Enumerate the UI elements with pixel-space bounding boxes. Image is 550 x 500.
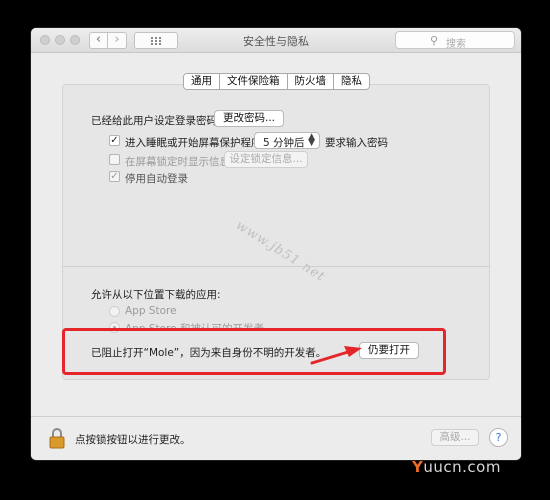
- search-icon: ⚲: [430, 34, 439, 47]
- require-password-checkbox[interactable]: ✓: [109, 135, 120, 146]
- lock-instruction: 点按锁按钮以进行更改。: [75, 434, 191, 446]
- search-field[interactable]: ⚲ 搜索: [395, 31, 515, 50]
- lock-message-checkbox[interactable]: [109, 154, 120, 165]
- title-bar: ‹ › 安全性与隐私 ⚲ 搜索: [31, 28, 521, 53]
- advanced-button[interactable]: 高级...: [431, 429, 479, 446]
- tab-bar: 通用 文件保险箱 防火墙 隐私: [183, 73, 370, 90]
- blocked-app-message: 已阻止打开“Mole”，因为来自身份不明的开发者。: [91, 347, 327, 359]
- brand-lead: Y: [412, 458, 424, 476]
- brand-rest: uucn.com: [423, 458, 501, 476]
- change-password-button[interactable]: 更改密码...: [214, 110, 284, 127]
- disable-autologin-checkbox[interactable]: ✓: [109, 171, 120, 182]
- stepper-arrows-icon: ▲ ▼: [308, 132, 315, 148]
- radio-app-store-label: App Store: [125, 305, 177, 317]
- help-button[interactable]: ?: [489, 428, 508, 447]
- site-branding: Yuucn.com: [412, 458, 501, 476]
- annotation-arrow-icon: [310, 346, 362, 365]
- disable-autologin-label: 停用自动登录: [125, 173, 188, 185]
- require-password-suffix: 要求输入密码: [325, 137, 388, 149]
- password-set-label: 已经给此用户设定登录密码: [91, 115, 217, 127]
- preferences-window: ‹ › 安全性与隐私 ⚲ 搜索 通用 文件保险箱 防火墙 隐私 已经给此用户设定…: [31, 28, 521, 460]
- downloads-heading: 允许从以下位置下载的应用:: [91, 289, 221, 301]
- require-password-label: 进入睡眠或开始屏幕保护程序: [125, 137, 262, 149]
- tab-general[interactable]: 通用: [184, 74, 219, 89]
- lock-icon[interactable]: [49, 427, 65, 449]
- footer-bar: 点按锁按钮以进行更改。 高级... ?: [31, 416, 521, 460]
- set-lock-message-button[interactable]: 设定锁定信息...: [224, 151, 308, 168]
- radio-app-store[interactable]: [109, 306, 120, 317]
- search-placeholder: 搜索: [446, 39, 466, 50]
- section-divider: [63, 266, 490, 267]
- password-delay-value: 5 分钟后: [263, 137, 305, 149]
- tab-firewall[interactable]: 防火墙: [286, 74, 334, 89]
- open-anyway-button[interactable]: 仍要打开: [359, 342, 419, 359]
- password-delay-select[interactable]: 5 分钟后 ▲ ▼: [254, 132, 320, 149]
- tab-privacy[interactable]: 隐私: [333, 74, 369, 89]
- lock-message-label: 在屏幕锁定时显示信息: [125, 156, 230, 168]
- tab-filevault[interactable]: 文件保险箱: [219, 74, 287, 89]
